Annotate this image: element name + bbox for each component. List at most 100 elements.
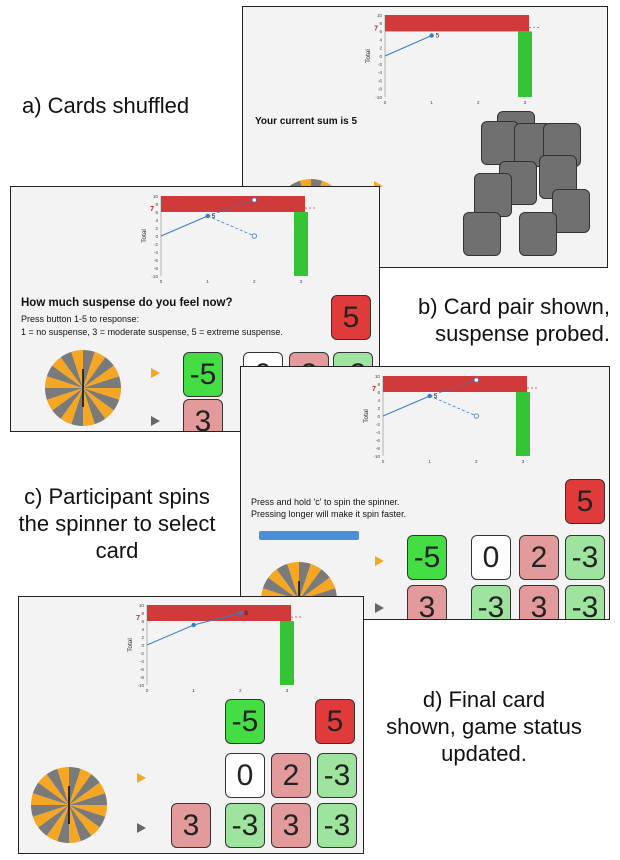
y-tick-label: -2 (378, 62, 383, 67)
target-label: 7 (372, 386, 376, 393)
remaining-bar (280, 621, 294, 685)
y-axis-label: Total (363, 409, 370, 423)
x-tick-label: 1 (206, 279, 209, 284)
x-tick-label: 1 (192, 688, 195, 693)
x-tick-label: 2 (475, 459, 478, 464)
y-tick-label: -10 (373, 454, 380, 459)
y-tick-label: 6 (377, 390, 380, 395)
spinner (29, 765, 109, 850)
remaining-bar (516, 392, 530, 456)
projection-point (473, 413, 479, 419)
caption-b: b) Card pair shown, suspense probed. (404, 293, 610, 347)
selector-arrow-icon (137, 823, 146, 833)
card: 3 (271, 803, 311, 848)
projection-point (251, 233, 257, 239)
x-tick-label: 3 (286, 688, 289, 693)
target-card: 5 (331, 295, 371, 340)
target-label: 7 (150, 206, 154, 213)
caption-c-line-2: the spinner to select (18, 511, 216, 536)
y-tick-label: -6 (140, 667, 145, 672)
card: 3 (183, 399, 223, 431)
sum-line (384, 35, 432, 57)
y-tick-label: 0 (141, 643, 144, 648)
caption-d-line-3: updated. (441, 741, 527, 766)
y-tick-label: -6 (378, 78, 383, 83)
sum-line (160, 215, 208, 237)
x-tick-label: 1 (430, 100, 433, 105)
current-sum-text: Your current sum is 5 (255, 116, 358, 127)
y-tick-label: -4 (154, 250, 159, 255)
y-tick-label: -8 (378, 87, 383, 92)
y-tick-label: -4 (376, 430, 381, 435)
y-tick-label: 10 (139, 603, 145, 608)
y-tick-label: 6 (155, 210, 158, 215)
game-status-chart: 1086420-2-4-6-8-100 1 2 3Total75 (363, 374, 537, 464)
selector-arrow-icon (137, 773, 146, 783)
x-tick-label: 0 (146, 688, 149, 693)
projection-point (251, 197, 257, 203)
point-label: 5 (434, 393, 438, 400)
y-tick-label: -8 (140, 675, 145, 680)
target-card: 5 (315, 699, 355, 744)
y-tick-label: -8 (376, 446, 381, 451)
y-tick-label: -2 (140, 651, 145, 656)
sum-point (238, 610, 243, 616)
selector-arrow-icon (375, 556, 384, 566)
remaining-bar (518, 31, 532, 97)
y-tick-label: 2 (155, 226, 158, 231)
caption-b-line-2: suspense probed. (435, 321, 610, 346)
target-label: 7 (136, 615, 140, 622)
game-status-chart: 1086420-2-4-6-8-100 1 2 3Total75 (141, 194, 315, 284)
y-tick-label: -6 (154, 258, 159, 263)
y-tick-label: -2 (154, 242, 159, 247)
x-tick-label: 3 (300, 279, 303, 284)
y-tick-label: 8 (141, 611, 144, 616)
sum-line (146, 624, 194, 646)
game-status-chart: 1086420-2-4-6-8-100 1 2 3Total78 (127, 603, 301, 693)
y-tick-label: 10 (153, 194, 159, 199)
target-bar (161, 196, 305, 212)
sum-point (191, 622, 196, 628)
card: -5 (183, 352, 223, 397)
y-tick-label: -4 (378, 70, 383, 75)
y-tick-label: -4 (140, 659, 145, 664)
card: -3 (565, 535, 605, 580)
suspense-instruction-2: 1 = no suspense, 3 = moderate suspense, … (21, 327, 283, 337)
game-status-chart: 1086420-2-4-6-8-100 1 2 3Total75 (365, 13, 539, 105)
x-tick-label: 2 (477, 100, 480, 105)
y-tick-label: 6 (379, 29, 382, 34)
card: -3 (317, 803, 357, 848)
y-tick-label: -10 (375, 95, 382, 100)
target-label: 7 (374, 25, 378, 32)
target-card: 5 (565, 479, 605, 524)
y-tick-label: 10 (377, 13, 383, 18)
card: 3 (171, 803, 211, 848)
y-tick-label: 4 (377, 398, 380, 403)
y-tick-label: 2 (141, 635, 144, 640)
y-tick-label: 8 (155, 202, 158, 207)
x-tick-label: 1 (428, 459, 431, 464)
shuffled-card (552, 189, 590, 233)
selector-arrow-icon (151, 368, 160, 378)
y-tick-label: 2 (377, 406, 380, 411)
y-axis-label: Total (365, 49, 372, 63)
y-tick-label: 0 (155, 234, 158, 239)
target-bar (385, 15, 529, 32)
spinner (43, 348, 123, 431)
caption-d-line-1: d) Final card (422, 687, 546, 712)
x-tick-label: 2 (239, 688, 242, 693)
sum-point (427, 393, 432, 399)
card: -3 (565, 585, 605, 619)
y-tick-label: -2 (376, 422, 381, 427)
y-tick-label: 8 (379, 21, 382, 26)
y-tick-label: 0 (377, 414, 380, 419)
y-tick-label: 10 (375, 374, 381, 379)
card: 2 (271, 753, 311, 798)
shuffled-card (463, 212, 501, 256)
projection-point (473, 377, 479, 383)
caption-c-line-1: c) Participant spins (24, 484, 210, 509)
x-tick-label: 3 (522, 459, 525, 464)
card: -3 (471, 585, 511, 619)
x-tick-label: 2 (253, 279, 256, 284)
screenshot-panel-c: 10 8 6 4 2 0 -2 -4 -6 -8 -10 0 1 2 3 Total 7 5 Press and … (240, 366, 610, 620)
